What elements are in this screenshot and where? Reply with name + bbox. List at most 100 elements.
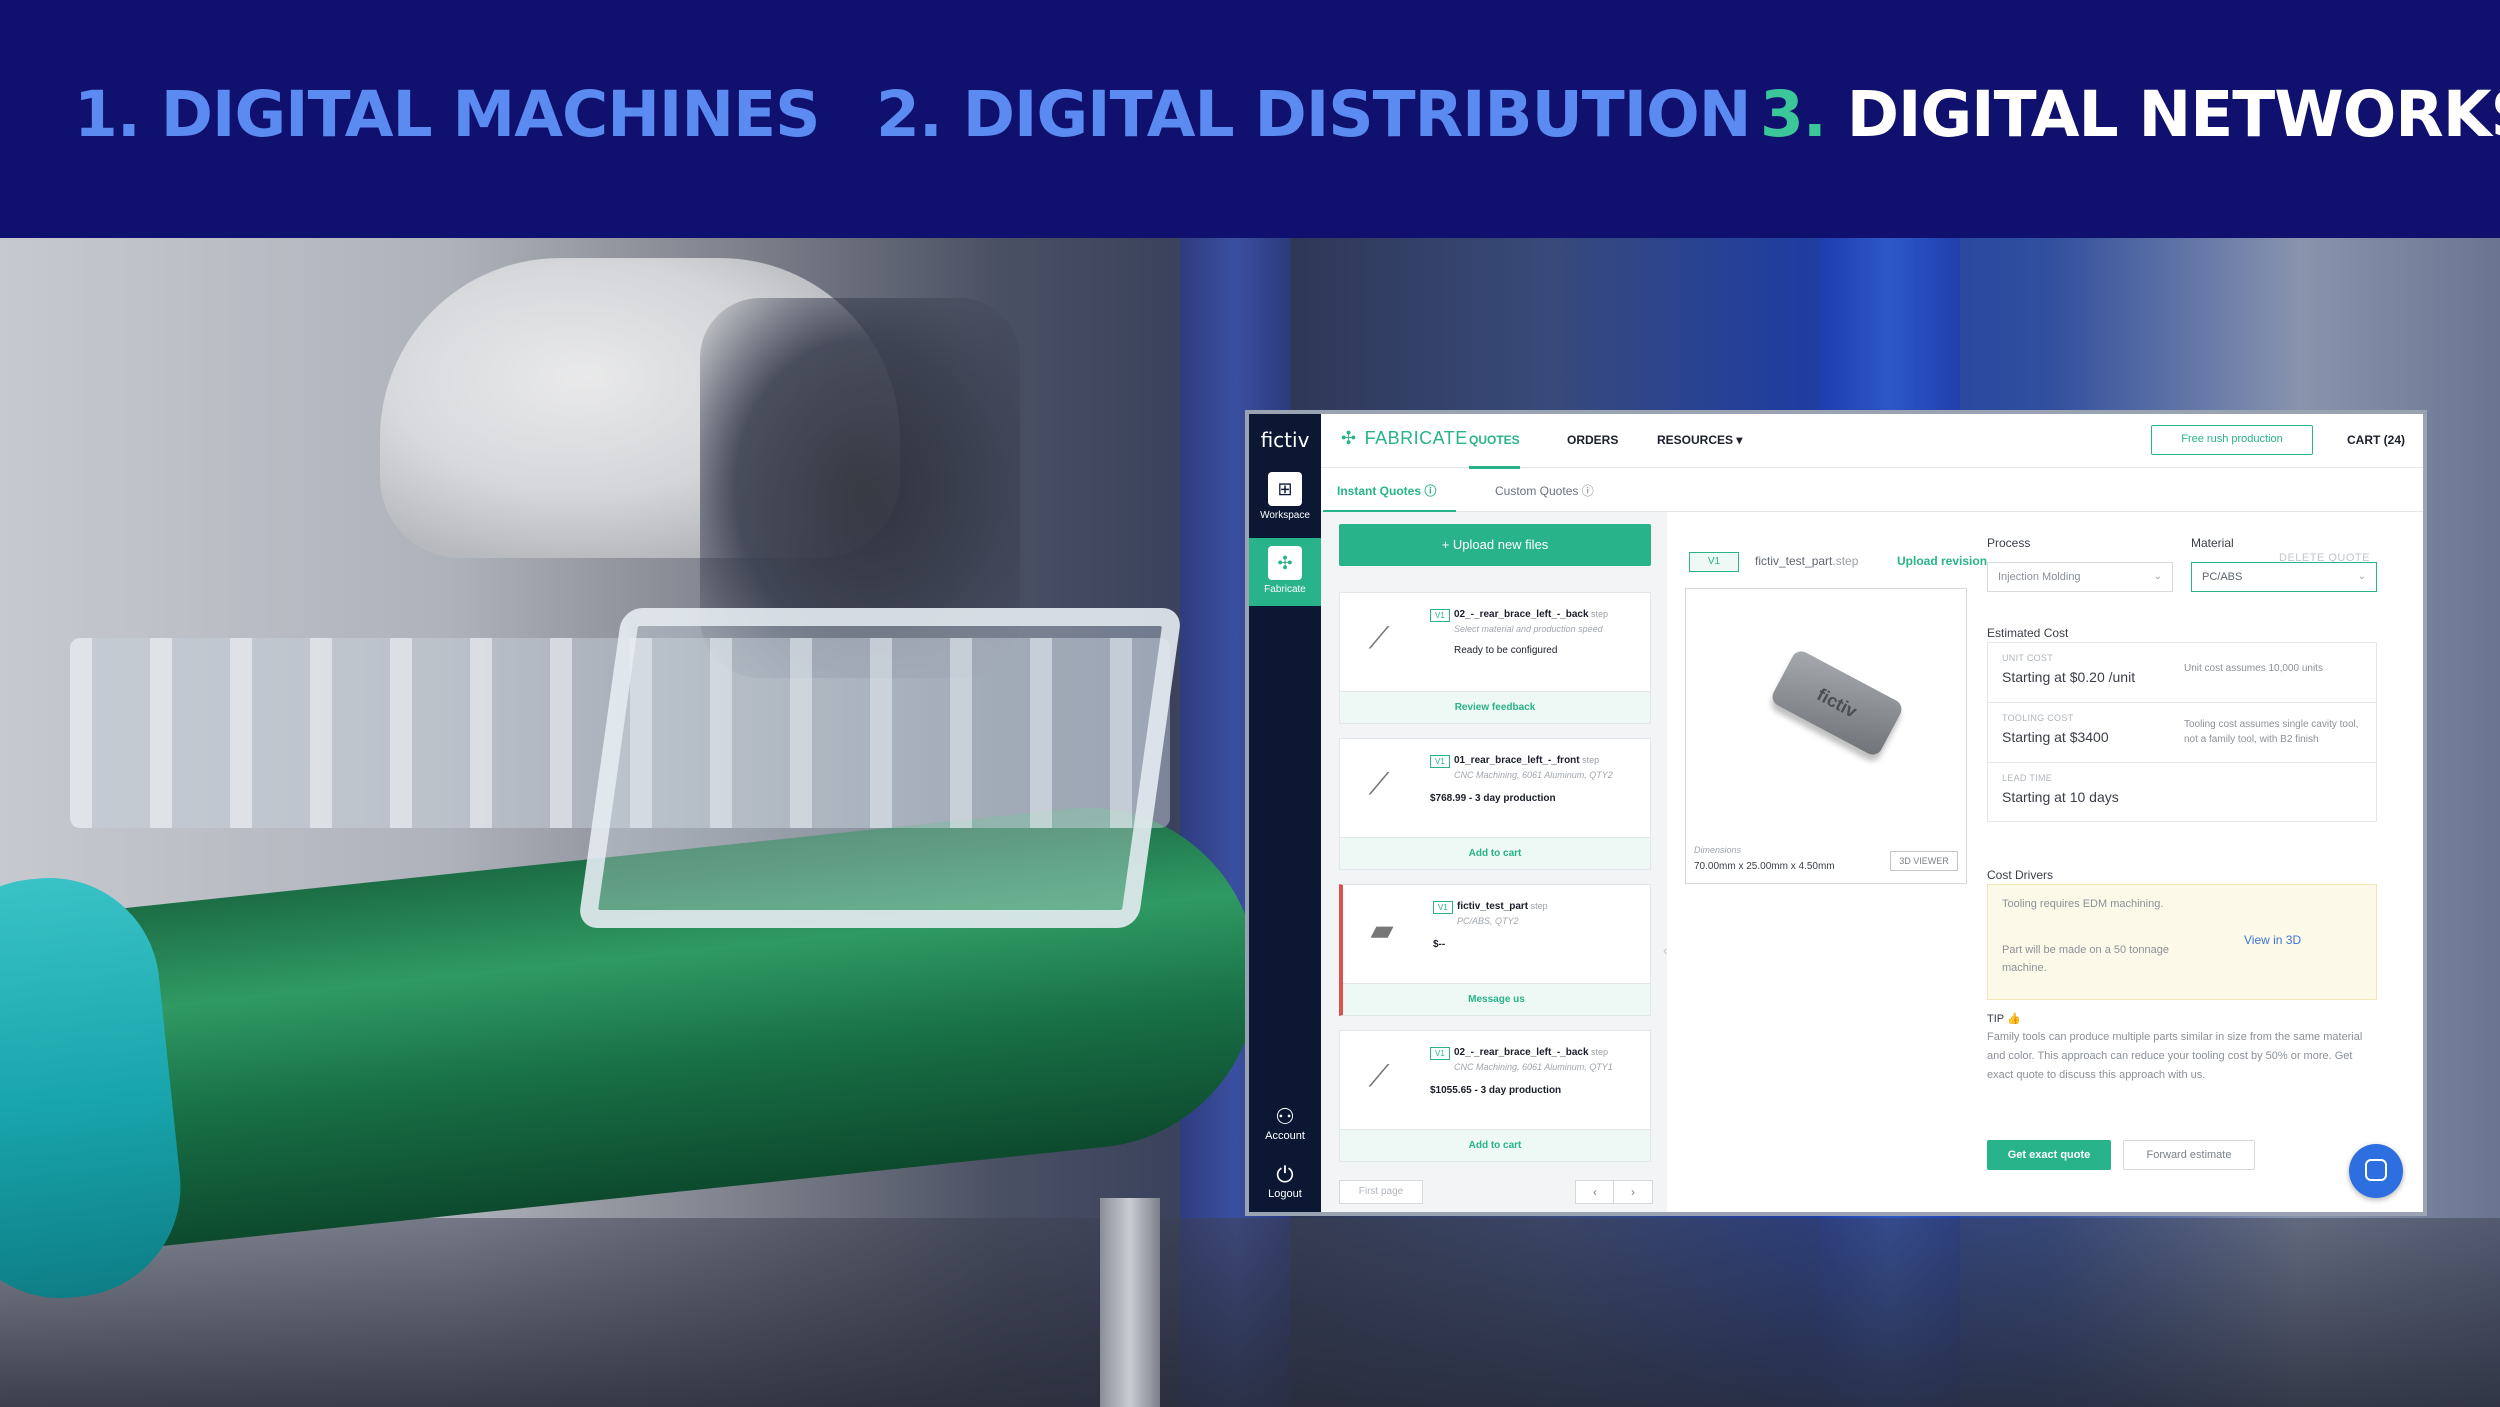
list-item[interactable]: ⟋ V1 01_rear_brace_left_-_front step CNC… xyxy=(1339,738,1651,870)
list-item[interactable]: ▰ V1 fictiv_test_part step PC/ABS, QTY2 … xyxy=(1339,884,1651,1016)
photo-rod xyxy=(1100,1198,1160,1407)
unit-cost-value: Starting at $0.20 /unit xyxy=(2002,669,2136,685)
file-meta: CNC Machining, 6061 Aluminum, QTY1 xyxy=(1454,1062,1613,1072)
sidebar: fictiv ⊞ Workspace ✣ Fabricate ⚇ Account… xyxy=(1249,414,1321,1212)
tooling-cost-row: TOOLING COST Starting at $3400 Tooling c… xyxy=(1988,703,2376,763)
version-badge: V1 xyxy=(1430,609,1450,622)
cart-link[interactable]: CART (24) xyxy=(2347,433,2405,447)
version-badge: V1 xyxy=(1433,901,1453,914)
dimensions-label: Dimensions xyxy=(1694,845,1742,855)
get-exact-quote-button[interactable]: Get exact quote xyxy=(1987,1140,2111,1170)
chevron-down-icon: ⌄ xyxy=(2153,571,2162,582)
forward-estimate-button[interactable]: Forward estimate xyxy=(2123,1140,2255,1170)
quote-detail: V1 fictiv_test_part.step Upload revision… xyxy=(1667,512,2423,1212)
tip-label: TIP 👍 xyxy=(1987,1013,2021,1025)
add-to-cart-button[interactable]: Add to cart xyxy=(1340,837,1650,869)
heading-digital-networks: 3. DIGITAL NETWORKS xyxy=(1760,78,2500,151)
part-thumbnail: ⟋ xyxy=(1368,768,1390,801)
version-badge: V1 xyxy=(1430,1047,1450,1060)
tab-custom-quotes[interactable]: Custom Quotes ⓘ xyxy=(1495,482,1594,499)
list-item[interactable]: ⟋ V1 02_-_rear_brace_left_-_back step Se… xyxy=(1339,592,1651,724)
photo-floor xyxy=(0,1218,2500,1407)
sidebar-item-label: Fabricate xyxy=(1264,584,1306,595)
cost-driver-item: Part will be made on a 50 tonnage machin… xyxy=(2002,944,2169,974)
part-thumbnail: ⟋ xyxy=(1368,622,1390,655)
fictiv-app-window: fictiv ⊞ Workspace ✣ Fabricate ⚇ Account… xyxy=(1245,410,2427,1216)
fabricate-brand-icon: ✣ xyxy=(1341,428,1357,448)
fabricate-brand[interactable]: ✣ FABRICATE xyxy=(1341,428,1468,449)
top-nav: ✣ FABRICATE QUOTES ORDERS RESOURCES ▾ Fre… xyxy=(1321,414,2423,469)
cost-driver-item: Tooling requires EDM machining. xyxy=(2002,898,2164,910)
lead-time-row: LEAD TIME Starting at 10 days xyxy=(1988,763,2376,823)
header-band: 1. DIGITAL MACHINES 2. DIGITAL DISTRIBUT… xyxy=(0,0,2500,238)
sidebar-item-fabricate[interactable]: ✣ Fabricate xyxy=(1249,538,1321,606)
unit-cost-key: UNIT COST xyxy=(2002,653,2054,663)
cost-estimate-box: UNIT COST Starting at $0.20 /unit Unit c… xyxy=(1987,642,2377,822)
dimensions-value: 70.00mm x 25.00mm x 4.50mm xyxy=(1694,861,1835,872)
heading-digital-machines: 1. DIGITAL MACHINES xyxy=(74,78,821,151)
fictiv-logo[interactable]: fictiv xyxy=(1249,428,1321,452)
chat-button[interactable] xyxy=(2349,1144,2403,1198)
quote-list: + Upload new files ⟋ V1 02_-_rear_brace_… xyxy=(1321,512,1667,1212)
nav-resources[interactable]: RESOURCES ▾ xyxy=(1657,433,1742,447)
3d-viewer-button[interactable]: 3D VIEWER xyxy=(1890,851,1958,871)
workspace-icon: ⊞ xyxy=(1268,472,1302,506)
file-meta: CNC Machining, 6061 Aluminum, QTY2 xyxy=(1454,770,1613,780)
quote-subtabs: Instant Quotes ⓘ Custom Quotes ⓘ xyxy=(1321,468,2423,513)
material-select[interactable]: PC/ABS ⌄ xyxy=(2191,562,2377,592)
view-in-3d-link[interactable]: View in 3D xyxy=(2244,933,2301,947)
nav-orders[interactable]: ORDERS xyxy=(1567,433,1618,447)
heading-digital-distribution: 2. DIGITAL DISTRIBUTION xyxy=(876,78,1751,151)
sidebar-item-label: Logout xyxy=(1268,1188,1302,1200)
sidebar-item-account[interactable]: ⚇ Account xyxy=(1249,1104,1321,1142)
photo-plastic-part xyxy=(577,608,1183,928)
fabricate-icon: ✣ xyxy=(1268,546,1302,580)
file-meta: Select material and production speed xyxy=(1454,624,1603,634)
sidebar-item-logout[interactable]: ⏻ Logout xyxy=(1249,1162,1321,1200)
tooling-cost-key: TOOLING COST xyxy=(2002,713,2074,723)
first-page-button[interactable]: First page xyxy=(1339,1180,1423,1204)
part-render: fictiv xyxy=(1769,647,1905,759)
process-label: Process xyxy=(1987,536,2031,550)
account-icon: ⚇ xyxy=(1275,1104,1295,1129)
material-label: Material xyxy=(2191,536,2234,550)
version-badge[interactable]: V1 xyxy=(1689,552,1739,572)
process-select[interactable]: Injection Molding ⌄ xyxy=(1987,562,2173,592)
chat-icon xyxy=(2365,1159,2387,1181)
sidebar-item-workspace[interactable]: ⊞ Workspace xyxy=(1249,464,1321,532)
unit-cost-row: UNIT COST Starting at $0.20 /unit Unit c… xyxy=(1988,643,2376,703)
prev-page-button[interactable]: ‹ xyxy=(1575,1180,1615,1204)
review-feedback-button[interactable]: Review feedback xyxy=(1340,691,1650,723)
part-preview: fictiv Dimensions 70.00mm x 25.00mm x 4.… xyxy=(1685,588,1967,884)
upload-revision-link[interactable]: Upload revision xyxy=(1897,554,1987,568)
upload-new-files-button[interactable]: + Upload new files xyxy=(1339,524,1651,566)
file-name: fictiv_test_part step xyxy=(1457,901,1548,912)
tooling-cost-note: Tooling cost assumes single cavity tool,… xyxy=(2184,719,2359,745)
message-us-button[interactable]: Message us xyxy=(1343,983,1650,1015)
file-meta: PC/ABS, QTY2 xyxy=(1457,916,1519,926)
file-name: 01_rear_brace_left_-_front step xyxy=(1454,755,1600,766)
version-badge: V1 xyxy=(1430,755,1450,768)
next-page-button[interactable]: › xyxy=(1613,1180,1653,1204)
cost-drivers-box: Tooling requires EDM machining. Part wil… xyxy=(1987,884,2377,1000)
part-thumbnail: ▰ xyxy=(1370,914,1394,947)
add-to-cart-button[interactable]: Add to cart xyxy=(1340,1129,1650,1161)
free-rush-production-button[interactable]: Free rush production xyxy=(2151,425,2313,455)
file-price: $1055.65 - 3 day production xyxy=(1430,1085,1562,1096)
lead-time-key: LEAD TIME xyxy=(2002,773,2053,783)
list-item[interactable]: ⟋ V1 02_-_rear_brace_left_-_back step CN… xyxy=(1339,1030,1651,1162)
file-price: $768.99 - 3 day production xyxy=(1430,793,1556,804)
tab-instant-quotes[interactable]: Instant Quotes ⓘ xyxy=(1322,482,1457,513)
estimated-cost-label: Estimated Cost xyxy=(1987,626,2069,640)
tip-text: Family tools can produce multiple parts … xyxy=(1987,1031,2363,1081)
unit-cost-note: Unit cost assumes 10,000 units xyxy=(2184,663,2323,674)
sidebar-item-label: Workspace xyxy=(1260,510,1310,521)
file-name: 02_-_rear_brace_left_-_back step xyxy=(1454,1047,1609,1058)
nav-quotes[interactable]: QUOTES xyxy=(1469,433,1520,469)
file-name: 02_-_rear_brace_left_-_back step xyxy=(1454,609,1609,620)
file-price: $-- xyxy=(1433,939,1446,950)
lead-time-value: Starting at 10 days xyxy=(2002,789,2119,805)
logout-icon: ⏻ xyxy=(1276,1162,1294,1187)
part-thumbnail: ⟋ xyxy=(1368,1060,1390,1093)
sidebar-item-label: Account xyxy=(1265,1130,1305,1142)
